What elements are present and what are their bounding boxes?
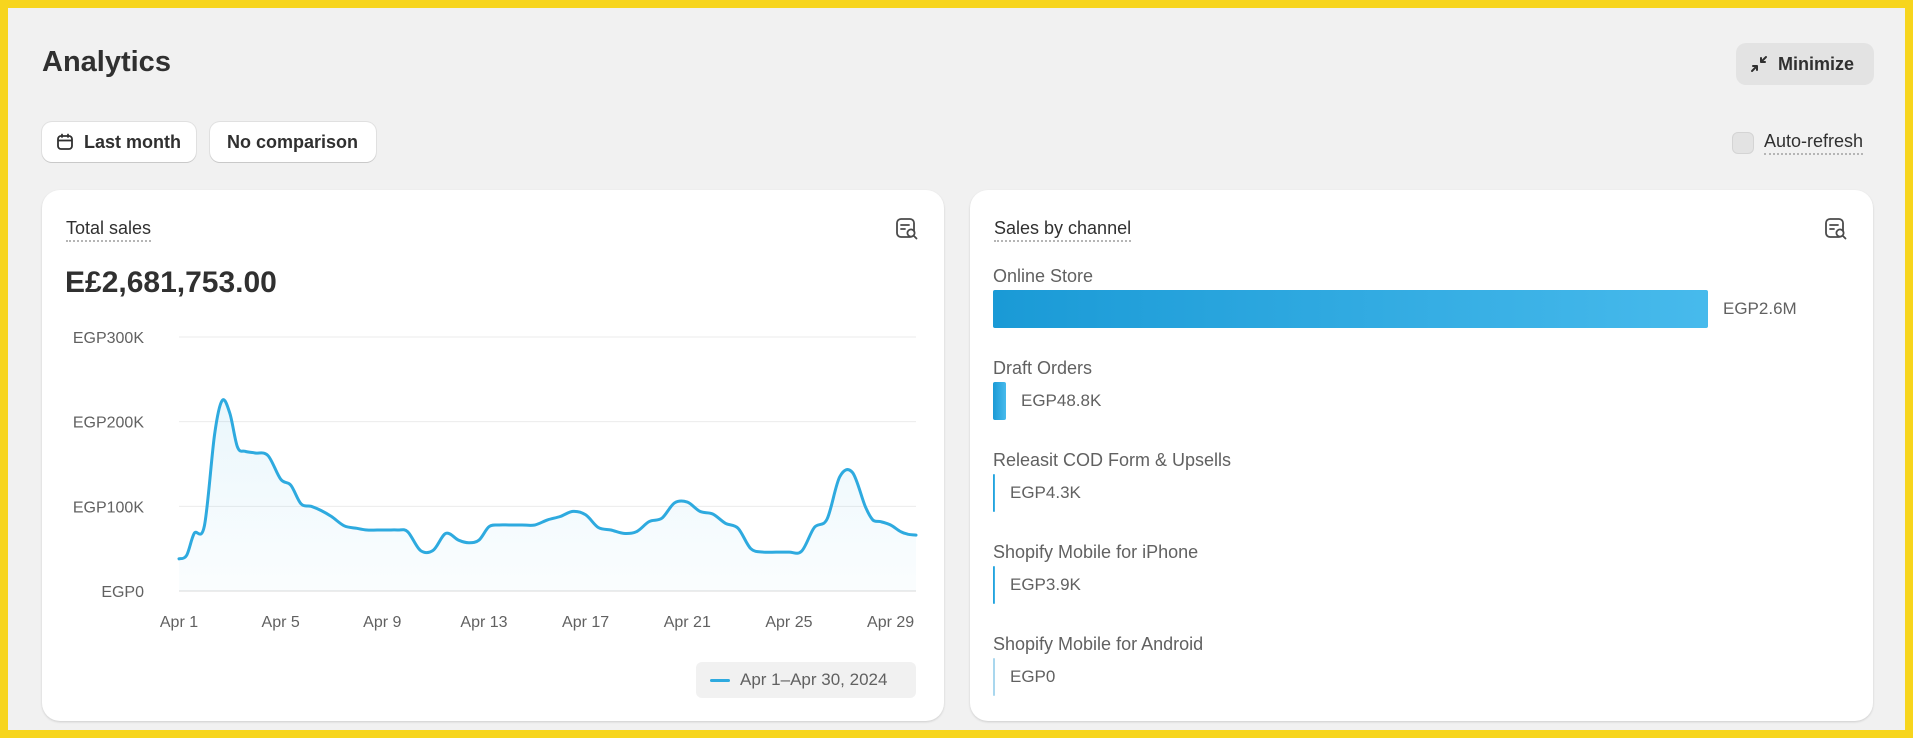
comparison-label: No comparison [227,131,359,152]
channel-item: Shopify Mobile for iPhone EGP3.9K [993,542,1853,634]
y-tick-label: EGP0 [101,584,144,601]
report-search-icon[interactable] [1823,216,1849,242]
chart-legend: Apr 1–Apr 30, 2024 [696,662,916,698]
minimize-button[interactable]: Minimize [1736,43,1874,85]
date-filter-label: Last month [84,131,181,152]
channel-row: EGP48.8K [993,382,1101,420]
x-tick-label: Apr 29 [867,614,914,631]
channel-item: Online Store EGP2.6M [993,266,1853,358]
channel-value: EGP0 [1010,667,1056,686]
channel-bar [993,474,995,512]
channel-item: Draft Orders EGP48.8K [993,358,1853,450]
x-tick-label: Apr 5 [262,614,300,631]
y-tick-label: EGP100K [73,499,144,516]
comparison-filter[interactable]: No comparison [210,122,376,162]
y-tick-label: EGP300K [73,330,144,347]
auto-refresh-control: Auto-refresh [1732,131,1864,155]
channel-bar [993,658,995,696]
x-tick-label: Apr 1 [160,614,198,631]
channel-item: Releasit COD Form & Upsells EGP4.3K [993,450,1853,542]
date-range-filter[interactable]: Last month [42,122,196,162]
x-tick-label: Apr 25 [765,614,812,631]
channel-name: Releasit COD Form & Upsells [993,450,1232,470]
channel-name: Shopify Mobile for iPhone [993,542,1199,562]
x-tick-label: Apr 13 [460,614,507,631]
channel-name: Shopify Mobile for Android [993,634,1204,654]
auto-refresh-checkbox[interactable] [1732,132,1754,154]
channel-row: EGP4.3K [993,474,1081,512]
page-title: Analytics [42,46,171,78]
total-sales-chart: EGP300K EGP200K EGP100K EGP0 Apr 1 Apr 5 Apr 9… [73,330,918,631]
channel-bar [993,290,1708,328]
x-tick-label: Apr 21 [664,614,711,631]
channel-bar [993,382,1006,420]
channel-row: EGP0 [993,658,1055,696]
minimize-icon [1751,56,1767,72]
legend-swatch [710,678,730,682]
x-tick-label: Apr 9 [363,614,401,631]
channel-value: EGP2.6M [1723,299,1797,318]
sales-by-channel-card: Sales by channel Online Store EGP2.6M Draf… [970,190,1873,721]
channel-item: Shopify Mobile for Android EGP0 [993,634,1853,726]
y-tick-label: EGP200K [73,415,144,432]
calendar-icon [57,133,73,150]
channel-name: Draft Orders [993,358,1093,378]
sales-by-channel-title[interactable]: Sales by channel [994,218,1132,242]
channel-value: EGP3.9K [1010,575,1081,594]
channel-value: EGP4.3K [1010,483,1081,502]
minimize-label: Minimize [1778,53,1855,74]
channel-name: Online Store [993,266,1094,286]
channel-bar [993,566,995,604]
series-area [179,399,916,591]
channel-row: EGP2.6M [993,290,1797,328]
channel-list: Online Store EGP2.6M Draft Orders EGP48.8K R… [993,266,1853,726]
x-tick-label: Apr 17 [562,614,609,631]
channel-value: EGP48.8K [1021,391,1102,410]
legend-label: Apr 1–Apr 30, 2024 [740,670,888,689]
auto-refresh-label[interactable]: Auto-refresh [1764,131,1864,155]
channel-row: EGP3.9K [993,566,1081,604]
total-sales-card: Total sales E£2,681,753.00 EGP300K EGP200… [42,190,944,721]
